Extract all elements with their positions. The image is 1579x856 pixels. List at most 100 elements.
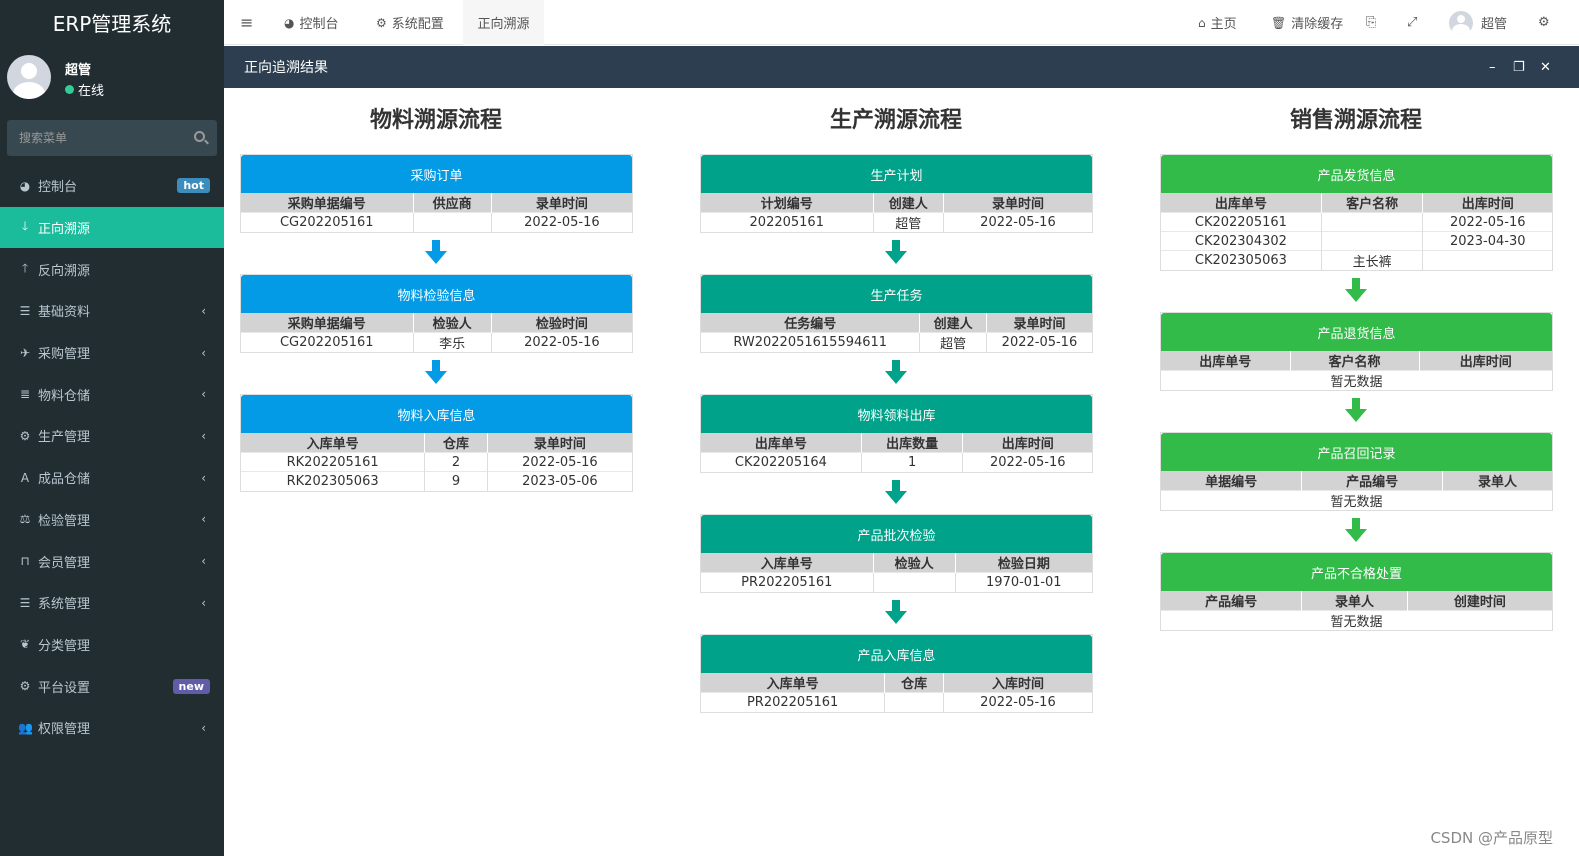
production-column-title: 生产溯源流程: [829, 108, 962, 133]
search-input[interactable]: [7, 120, 217, 156]
table-header: 创建人: [919, 313, 987, 333]
table-cell: 9: [424, 471, 488, 491]
sidebar-item-label: 控制台: [38, 180, 78, 196]
hamburger-icon: ≡: [240, 13, 254, 32]
maximize-button[interactable]: ❐: [1513, 46, 1525, 88]
table-header: 出库单号: [1161, 351, 1291, 371]
table-cell: CG202205161: [241, 332, 414, 352]
user-status: 在线: [65, 80, 104, 99]
avatar: [1449, 10, 1473, 35]
sidebar-item-purchase[interactable]: ✈ 采购管理 ‹: [0, 332, 224, 374]
material-requisition-card: 物料领料出库 出库单号 出库数量 出库时间 CK202205164 1 2022-05-…: [700, 394, 1093, 473]
chevron-left-icon: ‹: [201, 512, 206, 527]
tab-system-config[interactable]: ⚙ 系统配置: [376, 0, 444, 45]
down-arrow-icon: [425, 360, 447, 384]
sidebar-item-forward-trace[interactable]: 🡓 正向溯源: [0, 206, 224, 249]
dashboard-icon: ◕: [19, 178, 31, 193]
close-button[interactable]: ✕: [1540, 46, 1551, 88]
sidebar-item-dashboard[interactable]: ◕ 控制台 hot: [0, 165, 224, 207]
user-menu[interactable]: 超管: [1449, 0, 1507, 45]
database-icon: ≣: [19, 387, 31, 402]
trash-icon: 🗑: [1271, 15, 1287, 30]
sidebar-item-production[interactable]: ⚙ 生产管理 ‹: [0, 415, 224, 457]
down-arrow-icon: [1345, 278, 1367, 302]
table-header: 出库数量: [861, 433, 964, 453]
table-header: 录单人: [1301, 591, 1408, 611]
sidebar-item-label: 检验管理: [38, 513, 91, 529]
table-row: PR202205161 1970-01-01: [701, 572, 1092, 592]
down-arrow-icon: [1345, 518, 1367, 542]
nonconforming-table: 产品编号 录单人 创建时间 暂无数据: [1161, 591, 1552, 630]
table-header: 任务编号: [701, 313, 921, 333]
table-cell: RW2022051615594611: [701, 332, 921, 352]
sidebar-item-reverse-trace[interactable]: 🡑 反向溯源: [0, 248, 224, 290]
app-logo[interactable]: ERP管理系统: [0, 0, 224, 45]
table-header: 产品编号: [1161, 591, 1303, 611]
list-icon: ☰: [19, 303, 31, 318]
batch-inspection-card: 产品批次检验 入库单号 检验人 检验日期 PR202205161 1970-01-01: [700, 514, 1093, 593]
table-header: 检验人: [413, 313, 492, 333]
language-button[interactable]: ⎘: [1366, 0, 1376, 45]
sidebar-item-inspection[interactable]: ⚖ 检验管理 ‹: [0, 499, 224, 541]
table-row: RW2022051615594611 超管 2022-05-16: [701, 332, 1092, 352]
table-header: 入库时间: [943, 673, 1092, 693]
search-icon[interactable]: [194, 131, 205, 142]
sidebar-item-system[interactable]: ☰ 系统管理 ‹: [0, 582, 224, 624]
fullscreen-button[interactable]: ⤢: [1407, 0, 1417, 45]
table-header: 创建人: [873, 193, 944, 213]
window-title: 正向追溯结果: [244, 60, 328, 76]
sidebar-item-platform-settings[interactable]: ⚙ 平台设置 new: [0, 665, 224, 707]
sidebar-item-members[interactable]: ⊓ 会员管理 ‹: [0, 540, 224, 582]
table-header: 供应商: [413, 193, 492, 213]
table-header: 出库时间: [962, 433, 1092, 453]
table-cell: 2022-05-16: [487, 452, 632, 472]
table-cell: CK202305063: [1161, 250, 1322, 270]
material-inbound-table: 入库单号 仓库 录单时间 RK202205161 2 2022-05-16 RK2023…: [241, 433, 632, 491]
table-header: 录单时间: [491, 193, 632, 213]
new-badge: new: [172, 678, 210, 694]
table-cell: PR202205161: [701, 572, 874, 592]
fullscreen-icon: ⤢: [1407, 15, 1418, 30]
table-header: 入库单号: [701, 673, 886, 693]
table-header: 出库时间: [1419, 351, 1552, 371]
home-icon: ⌂: [1198, 15, 1206, 30]
table-cell: 2: [424, 452, 488, 472]
table-cell: CK202205161: [1161, 212, 1322, 232]
table-header: 仓库: [424, 433, 488, 453]
sidebar-search: [7, 120, 217, 156]
sidebar-item-permissions[interactable]: 👥 权限管理 ‹: [0, 707, 224, 749]
table-cell: 2022-05-16: [943, 212, 1092, 232]
chevron-left-icon: ‹: [201, 303, 206, 318]
settings-button[interactable]: ⚙: [1538, 0, 1550, 45]
sidebar-item-label: 基础资料: [38, 305, 91, 321]
table-cell: 2022-05-16: [1422, 212, 1552, 232]
home-link[interactable]: ⌂ 主页: [1198, 0, 1237, 45]
gear-icon: ⚙: [376, 15, 387, 30]
table-row: CK202305063 主长裤: [1161, 250, 1552, 270]
menu-toggle-button[interactable]: ≡: [240, 0, 253, 45]
sidebar-item-category[interactable]: ❦ 分类管理: [0, 624, 224, 666]
sidebar-item-basic-data[interactable]: ☰ 基础资料 ‹: [0, 290, 224, 332]
sidebar-item-label: 反向溯源: [38, 263, 91, 279]
production-plan-card: 生产计划 计划编号 创建人 录单时间 202205161 超管 2022-05-16: [700, 154, 1093, 233]
chevron-left-icon: ‹: [201, 345, 206, 360]
production-task-table: 任务编号 创建人 录单时间 RW2022051615594611 超管 2022-05-…: [701, 313, 1092, 352]
hot-badge: hot: [177, 178, 210, 194]
return-info-card: 产品退货信息 出库单号 客户名称 出库时间 暂无数据: [1160, 312, 1553, 391]
table-header: 录单人: [1442, 471, 1552, 491]
table-cell: 2022-05-16: [943, 692, 1092, 712]
tab-dashboard[interactable]: ◕ 控制台: [284, 0, 339, 45]
table-header: 入库单号: [241, 433, 426, 453]
table-cell: 2022-05-16: [962, 452, 1092, 472]
table-header: 客户名称: [1290, 351, 1420, 371]
cogs-icon: ⚙: [19, 679, 31, 694]
sidebar-item-material-storage[interactable]: ≣ 物料仓储 ‹: [0, 373, 224, 415]
table-cell: [413, 212, 492, 232]
sidebar-item-product-storage[interactable]: A 成品仓储 ‹: [0, 457, 224, 499]
arrow-up-icon: 🡑: [21, 260, 29, 275]
clear-cache-button[interactable]: 🗑 清除缓存: [1271, 0, 1343, 45]
table-header: 仓库: [884, 673, 944, 693]
table-header: 客户名称: [1321, 193, 1424, 213]
tab-forward-trace[interactable]: 正向溯源: [463, 0, 544, 45]
minimize-button[interactable]: –: [1489, 46, 1496, 88]
